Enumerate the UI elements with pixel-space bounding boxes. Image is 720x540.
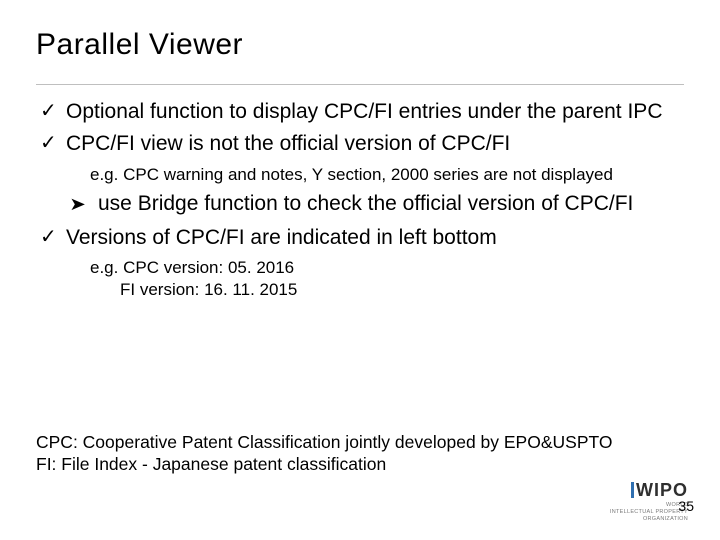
logo-main-row: WIPO [610, 480, 688, 501]
logo-text: WIPO [636, 480, 688, 500]
footnote-line: CPC: Cooperative Patent Classification j… [36, 431, 612, 454]
logo-subtext: INTELLECTUAL PROPERTY [610, 509, 688, 515]
footnote: CPC: Cooperative Patent Classification j… [36, 431, 612, 477]
bullet-list: Versions of CPC/FI are indicated in left… [36, 225, 684, 251]
example-versions: e.g. CPC version: 05. 2016 FI version: 1… [90, 257, 684, 301]
footnote-line: FI: File Index - Japanese patent classif… [36, 453, 612, 476]
page-number: 35 [678, 498, 694, 514]
logo-subtext: ORGANIZATION [610, 516, 688, 522]
bullet-item: Versions of CPC/FI are indicated in left… [36, 225, 684, 251]
arrow-list: use Bridge function to check the officia… [36, 191, 684, 217]
example-note: e.g. CPC warning and notes, Y section, 2… [66, 164, 684, 185]
example-line: FI version: 16. 11. 2015 [90, 279, 684, 301]
bullet-list: Optional function to display CPC/FI entr… [36, 99, 684, 158]
logo-subtext: WORLD [610, 502, 688, 508]
bullet-item: CPC/FI view is not the official version … [36, 131, 684, 157]
example-label: e.g. [90, 165, 123, 184]
slide-title: Parallel Viewer [36, 28, 684, 62]
wipo-logo: WIPO WORLD INTELLECTUAL PROPERTY ORGANIZ… [610, 480, 688, 522]
slide: Parallel Viewer Optional function to dis… [0, 0, 720, 540]
example-text: CPC version: 05. 2016 [123, 258, 294, 277]
arrow-text: use Bridge function to check the officia… [98, 192, 633, 215]
bullet-text: Optional function to display CPC/FI entr… [66, 100, 662, 123]
example-text: FI version: 16. 11. 2015 [120, 280, 297, 299]
bullet-item: Optional function to display CPC/FI entr… [36, 99, 684, 125]
bullet-text: Versions of CPC/FI are indicated in left… [66, 226, 497, 249]
logo-bar-icon [631, 482, 634, 498]
example-line: e.g. CPC version: 05. 2016 [90, 257, 684, 279]
arrow-item: use Bridge function to check the officia… [36, 191, 684, 217]
bullet-text: CPC/FI view is not the official version … [66, 132, 510, 155]
example-body: CPC warning and notes, Y section, 2000 s… [123, 165, 613, 184]
example-label: e.g. [90, 258, 123, 277]
title-divider [36, 84, 684, 85]
